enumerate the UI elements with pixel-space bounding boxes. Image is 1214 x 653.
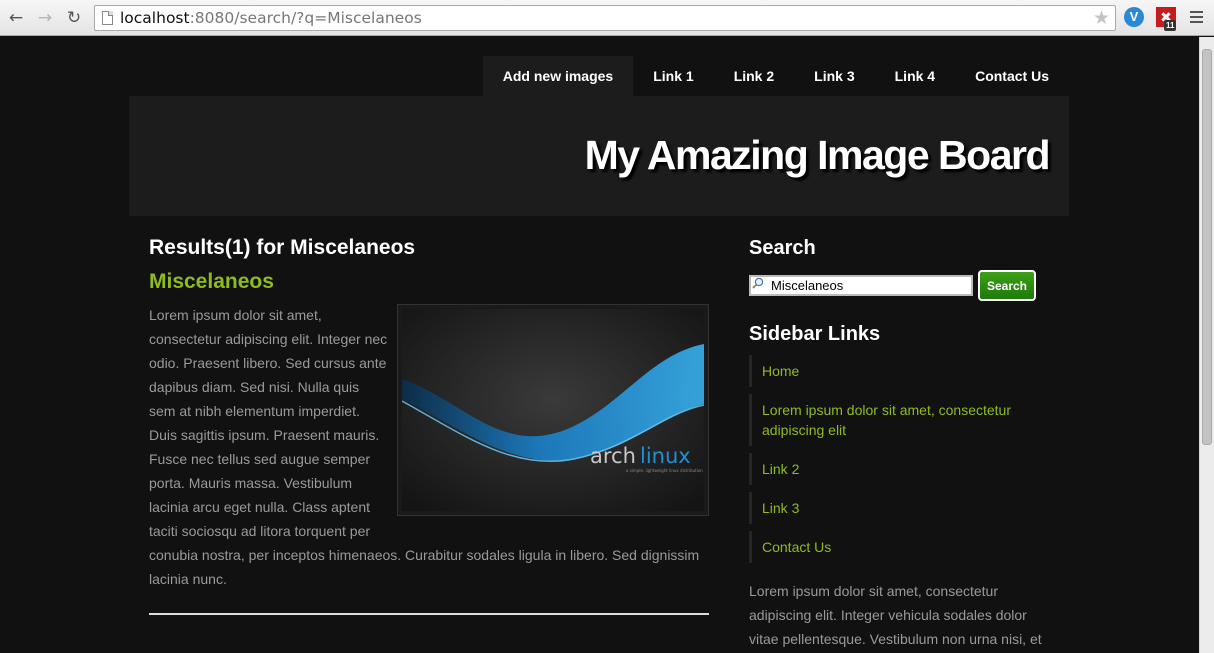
linux-logo-text: linux [640, 444, 691, 468]
sidebar-link-item: Link 2 [749, 453, 1049, 485]
sidebar-link-item: Link 3 [749, 492, 1049, 524]
logo-tagline: a simple, lightweight linux distribution [626, 468, 703, 473]
sidebar-link-lorem[interactable]: Lorem ipsum dolor sit amet, consectetur … [762, 400, 1042, 440]
reload-icon[interactable]: ↻ [63, 7, 85, 29]
bookmark-star-icon[interactable]: ★ [1093, 7, 1110, 29]
sidebar-link-item: Lorem ipsum dolor sit amet, consectetur … [749, 394, 1049, 446]
menu-icon[interactable] [1190, 11, 1203, 26]
search-form: Search [749, 270, 1049, 301]
scrollbar-thumb[interactable] [1202, 49, 1212, 445]
back-icon[interactable]: ← [5, 7, 27, 29]
nav-link-3[interactable]: Link 3 [794, 56, 874, 96]
sidebar-links-heading: Sidebar Links [749, 323, 881, 345]
search-input[interactable] [749, 275, 973, 296]
nav-link-1[interactable]: Link 1 [633, 56, 713, 96]
search-button[interactable]: Search [978, 270, 1036, 301]
top-nav: Add new images Link 1 Link 2 Link 3 Link… [482, 56, 1069, 96]
page-icon [102, 11, 113, 25]
address-bar[interactable]: localhost:8080/search/?q=Miscelaneos ★ [94, 5, 1116, 31]
browser-toolbar: ← → ↻ localhost:8080/search/?q=Miscelane… [0, 0, 1214, 36]
sidebar-link-3[interactable]: Link 3 [762, 498, 1042, 518]
sidebar-link-2[interactable]: Link 2 [762, 459, 1042, 479]
sidebar-link-home[interactable]: Home [762, 361, 1042, 381]
web-page: Add new images Link 1 Link 2 Link 3 Link… [0, 37, 1199, 653]
sidebar-link-item: Home [749, 355, 1049, 387]
nav-link-2[interactable]: Link 2 [714, 56, 794, 96]
results-title: Results(1) for Miscelaneos [149, 236, 416, 259]
search-heading: Search [749, 237, 816, 259]
content-divider [149, 613, 709, 615]
site-header: My Amazing Image Board [129, 96, 1069, 216]
nav-contact-us[interactable]: Contact Us [955, 56, 1069, 96]
post-body: arch linux a simple, lightweight linux d… [149, 303, 709, 591]
url-text[interactable]: localhost:8080/search/?q=Miscelaneos [120, 9, 422, 27]
nav-link-4[interactable]: Link 4 [875, 56, 955, 96]
main-content: Results(1) for Miscelaneos Miscelaneos a… [149, 235, 709, 591]
sidebar-text: Lorem ipsum dolor sit amet, consectetur … [749, 583, 1042, 647]
forward-icon[interactable]: → [34, 7, 56, 29]
sidebar-link-contact[interactable]: Contact Us [762, 537, 1042, 557]
sidebar-link-item: Contact Us [749, 531, 1049, 563]
arch-linux-wallpaper: arch linux a simple, lightweight linux d… [402, 309, 704, 511]
site-title: My Amazing Image Board [584, 132, 1051, 178]
vertical-scrollbar[interactable] [1199, 37, 1214, 653]
nav-add-new-images[interactable]: Add new images [482, 56, 634, 96]
post-image[interactable]: arch linux a simple, lightweight linux d… [397, 304, 709, 516]
sidebar: Search Search Sidebar Links Home Lorem i… [749, 235, 1049, 653]
sidebar-links: Home Lorem ipsum dolor sit amet, consect… [749, 355, 1049, 563]
post-title[interactable]: Miscelaneos [149, 269, 709, 295]
extension-badge: 11 [1164, 20, 1177, 31]
arch-logo-text: arch [590, 444, 636, 468]
extension-icon[interactable]: V [1124, 7, 1144, 27]
